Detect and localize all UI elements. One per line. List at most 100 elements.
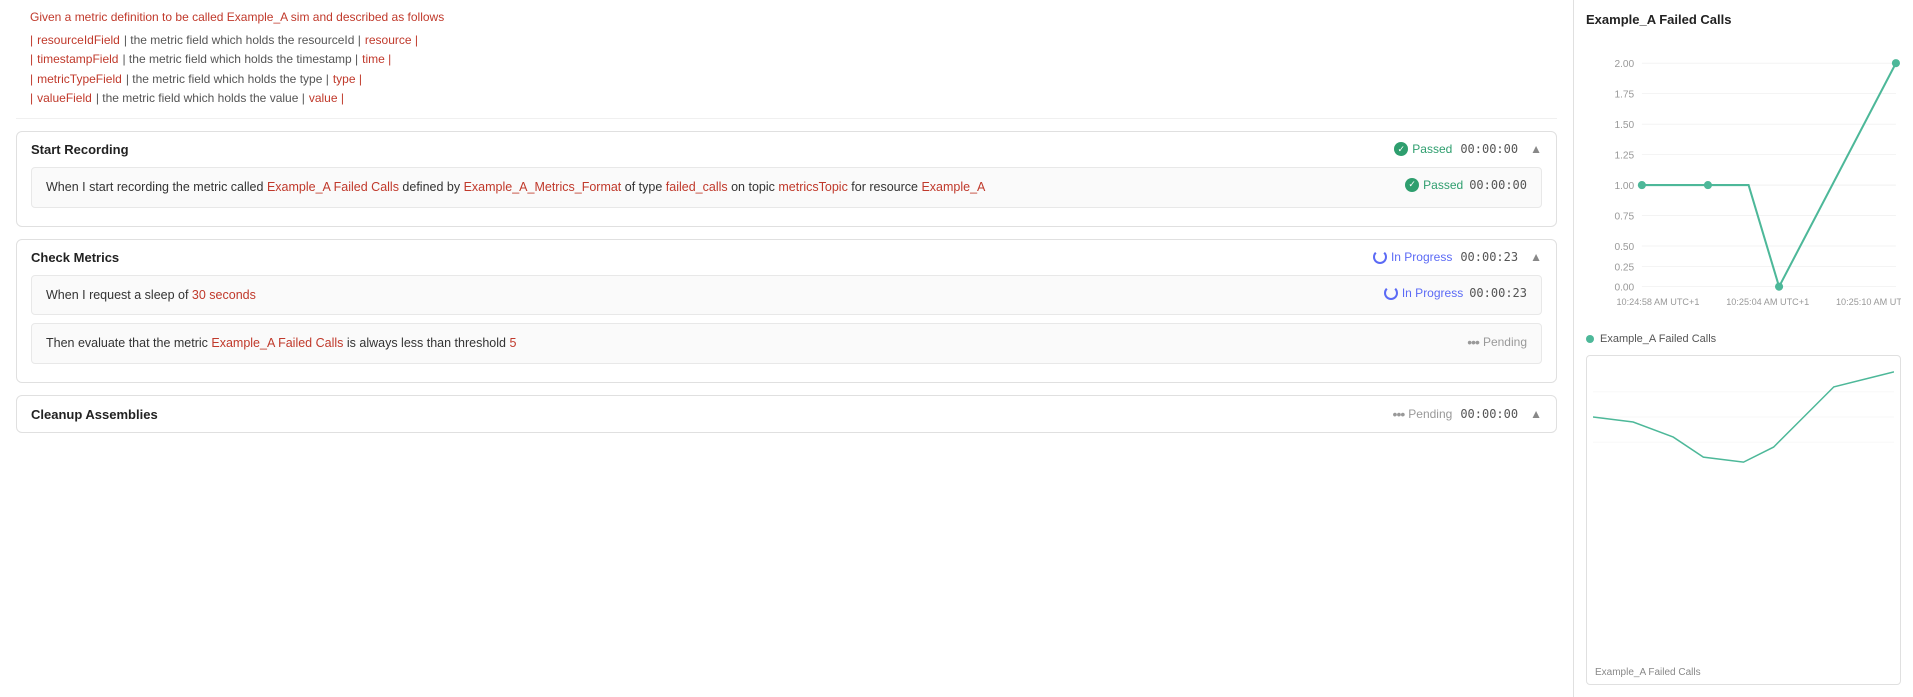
svg-text:1.50: 1.50 (1614, 120, 1634, 131)
pipe-3: | (30, 70, 33, 89)
svg-text:0.00: 0.00 (1614, 283, 1634, 294)
highlight-metric-name: Example_A Failed Calls (267, 180, 399, 194)
pending-dots-cleanup: ••• (1393, 406, 1405, 422)
section-meta-check-metrics: In Progress 00:00:23 ▲ (1373, 250, 1542, 264)
svg-text:1.25: 1.25 (1614, 151, 1634, 162)
badge-in-progress-step-1: In Progress (1384, 286, 1463, 300)
field-desc-timestamp: | the metric field which holds the times… (122, 50, 358, 69)
thumbnail-chart: Example_A Failed Calls (1586, 355, 1901, 685)
svg-text:10:25:04 AM UTC+1: 10:25:04 AM UTC+1 (1726, 297, 1809, 307)
time-check-metrics-step-0: 00:00:23 (1469, 286, 1527, 300)
pending-dots-step-2: ••• (1467, 334, 1479, 350)
step-text-check-metrics-0: When I request a sleep of 30 seconds (46, 286, 1372, 305)
svg-text:10:24:58 AM UTC+1: 10:24:58 AM UTC+1 (1616, 297, 1699, 307)
field-val-metricType: type | (333, 70, 362, 89)
time-start-recording: 00:00:00 (1460, 142, 1518, 156)
svg-text:1.75: 1.75 (1614, 90, 1634, 101)
badge-pending-step-2: ••• Pending (1467, 334, 1527, 350)
section-check-metrics: Check Metrics In Progress 00:00:23 ▲ Whe… (16, 239, 1557, 384)
highlight-sleep: 30 seconds (192, 288, 256, 302)
section-title-cleanup: Cleanup Assemblies (31, 407, 158, 422)
chevron-start-recording: ▲ (1530, 142, 1542, 156)
legend-label: Example_A Failed Calls (1600, 333, 1716, 345)
left-panel: Given a metric definition to be called E… (0, 0, 1573, 697)
svg-text:0.25: 0.25 (1614, 262, 1634, 273)
step-text-check-metrics-1: Then evaluate that the metric Example_A … (46, 334, 1455, 353)
spinner-icon-step-1 (1384, 286, 1398, 300)
section-meta-start-recording: ✓ Passed 00:00:00 ▲ (1394, 142, 1542, 156)
section-cleanup: Cleanup Assemblies ••• Pending 00:00:00 … (16, 395, 1557, 433)
field-value: | valueField | the metric field which ho… (30, 89, 1543, 108)
field-name-value: valueField (37, 89, 92, 108)
svg-text:2.00: 2.00 (1614, 59, 1634, 70)
chart-point-3 (1775, 283, 1783, 291)
section-body-check-metrics: When I request a sleep of 30 seconds In … (17, 275, 1556, 383)
highlight-metric-format: Example_A_Metrics_Format (464, 180, 622, 194)
highlight-threshold: 5 (509, 336, 516, 350)
thumbnail-svg (1593, 362, 1894, 472)
pipe-4: | (30, 89, 33, 108)
step-row-check-metrics-1: Then evaluate that the metric Example_A … (31, 323, 1542, 364)
field-name-resourceId: resourceIdField (37, 31, 120, 50)
section-start-recording: Start Recording ✓ Passed 00:00:00 ▲ When… (16, 131, 1557, 227)
spinner-icon-check-metrics (1373, 250, 1387, 264)
step-text-start-recording-0: When I start recording the metric called… (46, 178, 1393, 197)
section-title-start-recording: Start Recording (31, 142, 129, 157)
chart-point-1 (1638, 181, 1646, 189)
badge-in-progress-check-metrics: In Progress (1373, 250, 1452, 264)
badge-passed-start-recording: ✓ Passed (1394, 142, 1452, 156)
pipe-1: | (30, 31, 33, 50)
field-val-timestamp: time | (362, 50, 391, 69)
highlight-topic: metricsTopic (778, 180, 847, 194)
check-icon-step-0: ✓ (1405, 178, 1419, 192)
step-status-check-metrics-0: In Progress 00:00:23 (1384, 286, 1527, 300)
svg-text:0.75: 0.75 (1614, 212, 1634, 223)
chart-title: Example_A Failed Calls (1586, 12, 1901, 27)
chart-point-4 (1892, 59, 1900, 67)
step-status-check-metrics-1: ••• Pending (1467, 334, 1527, 350)
field-val-resourceId: resource | (365, 31, 418, 50)
section-header-cleanup[interactable]: Cleanup Assemblies ••• Pending 00:00:00 … (17, 396, 1556, 432)
field-name-metricType: metricTypeField (37, 70, 122, 89)
section-title-check-metrics: Check Metrics (31, 250, 119, 265)
main-chart: 2.00 1.75 1.50 1.25 1.00 0.75 0.50 0.25 … (1586, 41, 1901, 321)
section-header-start-recording[interactable]: Start Recording ✓ Passed 00:00:00 ▲ (17, 132, 1556, 167)
time-step-0: 00:00:00 (1469, 178, 1527, 192)
chevron-cleanup: ▲ (1530, 407, 1542, 421)
thumbnail-label: Example_A Failed Calls (1595, 667, 1701, 678)
legend-dot (1586, 335, 1594, 343)
pipe-2: | (30, 50, 33, 69)
field-val-value: value | (309, 89, 344, 108)
right-panel: Example_A Failed Calls 2.00 1.75 1.50 1.… (1573, 0, 1913, 697)
main-chart-svg: 2.00 1.75 1.50 1.25 1.00 0.75 0.50 0.25 … (1586, 41, 1901, 321)
svg-text:10:25:10 AM UTC+1: 10:25:10 AM UTC+1 (1836, 297, 1901, 307)
field-desc-resourceId: | the metric field which holds the resou… (124, 31, 361, 50)
field-resourceId: | resourceIdField | the metric field whi… (30, 31, 1543, 50)
chart-line (1642, 63, 1896, 287)
highlight-metric-type: failed_calls (666, 180, 728, 194)
highlight-metric-eval: Example_A Failed Calls (211, 336, 343, 350)
chart-point-2 (1704, 181, 1712, 189)
chevron-check-metrics: ▲ (1530, 250, 1542, 264)
field-desc-value: | the metric field which holds the value… (96, 89, 305, 108)
step-row-start-recording-0: When I start recording the metric called… (31, 167, 1542, 208)
field-name-timestamp: timestampField (37, 50, 118, 69)
chart-legend: Example_A Failed Calls (1586, 333, 1901, 345)
svg-text:0.50: 0.50 (1614, 242, 1634, 253)
highlight-resource: Example_A (921, 180, 985, 194)
step-status-start-recording-0: ✓ Passed 00:00:00 (1405, 178, 1527, 192)
intro-block: Given a metric definition to be called E… (16, 0, 1557, 119)
badge-pending-cleanup: ••• Pending (1393, 406, 1453, 422)
field-metricType: | metricTypeField | the metric field whi… (30, 70, 1543, 89)
section-meta-cleanup: ••• Pending 00:00:00 ▲ (1393, 406, 1542, 422)
check-icon-start-recording: ✓ (1394, 142, 1408, 156)
badge-passed-step-0: ✓ Passed (1405, 178, 1463, 192)
section-header-check-metrics[interactable]: Check Metrics In Progress 00:00:23 ▲ (17, 240, 1556, 275)
svg-text:1.00: 1.00 (1614, 181, 1634, 192)
time-check-metrics: 00:00:23 (1460, 250, 1518, 264)
field-timestamp: | timestampField | the metric field whic… (30, 50, 1543, 69)
given-text: Given a metric definition to be called E… (30, 8, 1543, 27)
field-desc-metricType: | the metric field which holds the type … (126, 70, 329, 89)
section-body-start-recording: When I start recording the metric called… (17, 167, 1556, 226)
time-cleanup: 00:00:00 (1460, 407, 1518, 421)
